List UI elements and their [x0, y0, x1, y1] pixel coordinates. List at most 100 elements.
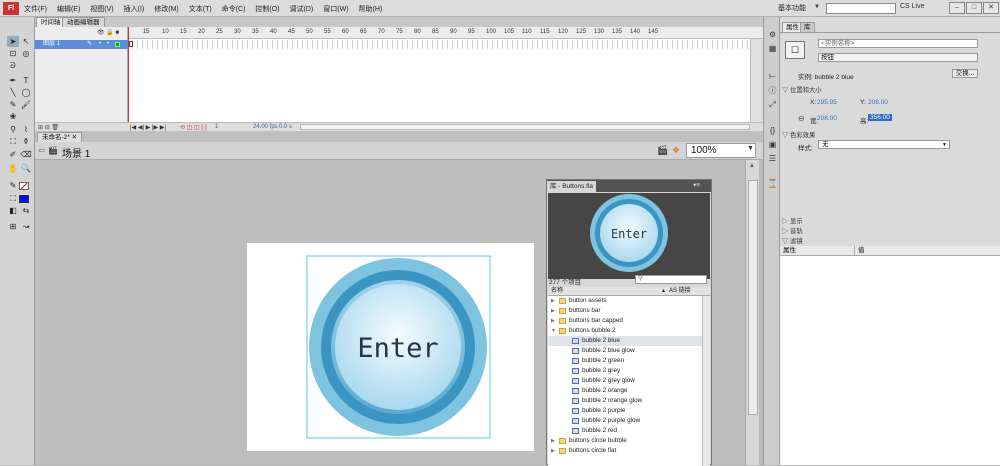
panel-menu-icon[interactable]: ▾≡: [693, 180, 700, 192]
library-folder-row[interactable]: ▶ button assets: [548, 296, 702, 306]
expand-closed-icon[interactable]: ▶: [551, 436, 555, 446]
fill-color-swatch[interactable]: [19, 195, 29, 203]
frame-ruler[interactable]: 1 5 10 15 20 25 30 35 40 45 50 55 60 65 …: [128, 27, 763, 39]
height-value[interactable]: 356.00: [868, 114, 892, 121]
expand-open-icon[interactable]: ▼: [551, 326, 556, 336]
library-symbol-row[interactable]: bubble 2 green: [548, 356, 702, 366]
library-folder-row[interactable]: ▶ buttons bar capped: [548, 316, 702, 326]
expand-closed-icon[interactable]: ▶: [551, 446, 555, 456]
library-symbol-row[interactable]: bubble 2 blue glow: [548, 346, 702, 356]
stroke-color-icon[interactable]: ✎: [7, 180, 19, 191]
menu-help[interactable]: 帮助(H): [359, 4, 383, 14]
menu-modify[interactable]: 修改(M): [154, 4, 179, 14]
library-symbol-row[interactable]: bubble 2 orange glow: [548, 396, 702, 406]
stage[interactable]: Enter: [247, 243, 534, 451]
filters-grid[interactable]: [780, 256, 1000, 465]
frame-row[interactable]: [128, 40, 748, 49]
swap-button[interactable]: 交换...: [952, 69, 978, 78]
instance-name-input[interactable]: <实例名称>: [818, 39, 978, 48]
lock-dot-icon[interactable]: •: [107, 40, 109, 49]
eraser-tool-icon[interactable]: ⌫: [20, 149, 32, 160]
selection-tool-icon[interactable]: ➤: [7, 36, 19, 47]
bind-tool-icon[interactable]: ⌇: [20, 124, 32, 135]
link-icon[interactable]: ⊖: [798, 114, 805, 123]
playhead[interactable]: [128, 27, 129, 131]
menu-control[interactable]: 控制(O): [255, 4, 279, 14]
lasso-tool-icon[interactable]: ᘐ: [7, 60, 19, 71]
keyframe-icon[interactable]: [129, 41, 133, 47]
col-name[interactable]: 名称: [551, 287, 563, 296]
ink-bottle-tool-icon[interactable]: ⚱: [20, 136, 32, 147]
code-snippets-icon[interactable]: {}: [767, 125, 778, 136]
library-symbol-row[interactable]: bubble 2 red: [548, 426, 702, 436]
expand-closed-icon[interactable]: ▶: [551, 316, 555, 326]
section-position-size[interactable]: ▽ 位置和大小: [782, 85, 822, 94]
menu-insert[interactable]: 插入(I): [124, 4, 145, 14]
section-display[interactable]: ▷ 显示: [782, 216, 803, 225]
library-symbol-row[interactable]: bubble 2 grey glow: [548, 376, 702, 386]
library-symbol-row[interactable]: bubble 2 purple: [548, 406, 702, 416]
close-icon[interactable]: ✕: [983, 2, 999, 14]
timeline-vertical-scrollbar[interactable]: [750, 39, 763, 122]
color-style-select[interactable]: 无 ▼: [818, 140, 950, 149]
zoom-tool-icon[interactable]: 🔍: [20, 163, 32, 174]
help-search-input[interactable]: [826, 3, 896, 14]
maximize-icon[interactable]: □: [966, 2, 982, 14]
scroll-up-icon[interactable]: ▲: [749, 163, 755, 169]
cs-live-button[interactable]: CS Live: [900, 3, 925, 10]
free-transform-tool-icon[interactable]: ⊡: [7, 48, 19, 59]
library-symbol-row[interactable]: bubble 2 blue: [548, 336, 702, 346]
edit-symbols-icon[interactable]: ❖: [672, 145, 680, 156]
back-arrow-icon[interactable]: ⇦: [38, 146, 45, 155]
section-filters[interactable]: ▽ 滤镜: [782, 236, 803, 245]
visibility-dot-icon[interactable]: •: [99, 40, 101, 49]
menu-text[interactable]: 文本(T): [189, 4, 212, 14]
fill-color-icon[interactable]: ⛶: [7, 193, 19, 204]
document-tab[interactable]: 未命名-2* ✕: [37, 132, 83, 142]
frame-rate[interactable]: 24.00 fps: [253, 124, 278, 130]
bone-tool-icon[interactable]: ⚲: [7, 124, 19, 135]
outline-icon[interactable]: [115, 42, 120, 47]
paint-bucket-tool-icon[interactable]: ⛶: [7, 136, 19, 147]
library-folder-row[interactable]: ▶ buttons bar: [548, 306, 702, 316]
menu-edit[interactable]: 编辑(E): [57, 4, 80, 14]
library-symbol-row[interactable]: bubble 2 grey: [548, 366, 702, 376]
zoom-select[interactable]: 100%: [686, 143, 756, 158]
smooth-icon[interactable]: ↝: [20, 221, 32, 232]
library-scrollbar[interactable]: [702, 296, 710, 466]
edit-scene-icon[interactable]: 🎬: [657, 145, 668, 156]
deco-tool-icon[interactable]: ❀: [7, 111, 19, 122]
frames-area[interactable]: 1 5 10 15 20 25 30 35 40 45 50 55 60 65 …: [128, 27, 763, 131]
line-tool-icon[interactable]: ╲: [7, 87, 19, 98]
tab-library[interactable]: 库: [800, 22, 815, 32]
brush-tool-icon[interactable]: 🖌: [20, 99, 32, 110]
expand-closed-icon[interactable]: ▶: [551, 306, 555, 316]
tab-motion-editor[interactable]: 动画编辑器: [62, 17, 105, 27]
close-icon[interactable]: ✕: [72, 134, 77, 141]
scrollbar-thumb[interactable]: [748, 180, 758, 415]
history-icon[interactable]: ⌛: [767, 178, 778, 189]
snap-to-objects-icon[interactable]: ⊞: [7, 221, 19, 232]
section-color-effect[interactable]: ▽ 色彩效果: [782, 130, 815, 139]
menu-commands[interactable]: 命令(C): [222, 4, 246, 14]
sort-arrow-icon[interactable]: ▲: [661, 287, 666, 296]
3d-rotation-tool-icon[interactable]: ◎: [20, 48, 32, 59]
playback-controls[interactable]: |◀ ◀| ▶ |▶ ▶|: [130, 124, 166, 131]
menu-window[interactable]: 窗口(W): [323, 4, 348, 14]
library-folder-row[interactable]: ▶ buttons circle bubble: [548, 436, 702, 446]
text-tool-icon[interactable]: T: [20, 75, 32, 86]
stage-vertical-scrollbar[interactable]: ▲: [745, 160, 759, 465]
menu-file[interactable]: 文件(F): [24, 4, 47, 14]
eyedropper-tool-icon[interactable]: ✐: [7, 149, 19, 160]
workspace-switcher[interactable]: 基本功能: [778, 3, 818, 14]
expand-closed-icon[interactable]: ▶: [551, 296, 555, 306]
library-symbol-row[interactable]: bubble 2 purple glow: [548, 416, 702, 426]
library-symbol-row[interactable]: bubble 2 orange: [548, 386, 702, 396]
swap-colors-icon[interactable]: ⇆: [20, 205, 32, 216]
color-panel-icon[interactable]: ⚙: [767, 29, 778, 40]
section-track[interactable]: ▷ 音轨: [782, 226, 803, 235]
oval-tool-icon[interactable]: ◯: [20, 87, 32, 98]
menu-debug[interactable]: 调试(D): [290, 4, 314, 14]
library-search-input[interactable]: ⚲: [635, 275, 707, 284]
x-value[interactable]: 295.95: [817, 99, 837, 106]
